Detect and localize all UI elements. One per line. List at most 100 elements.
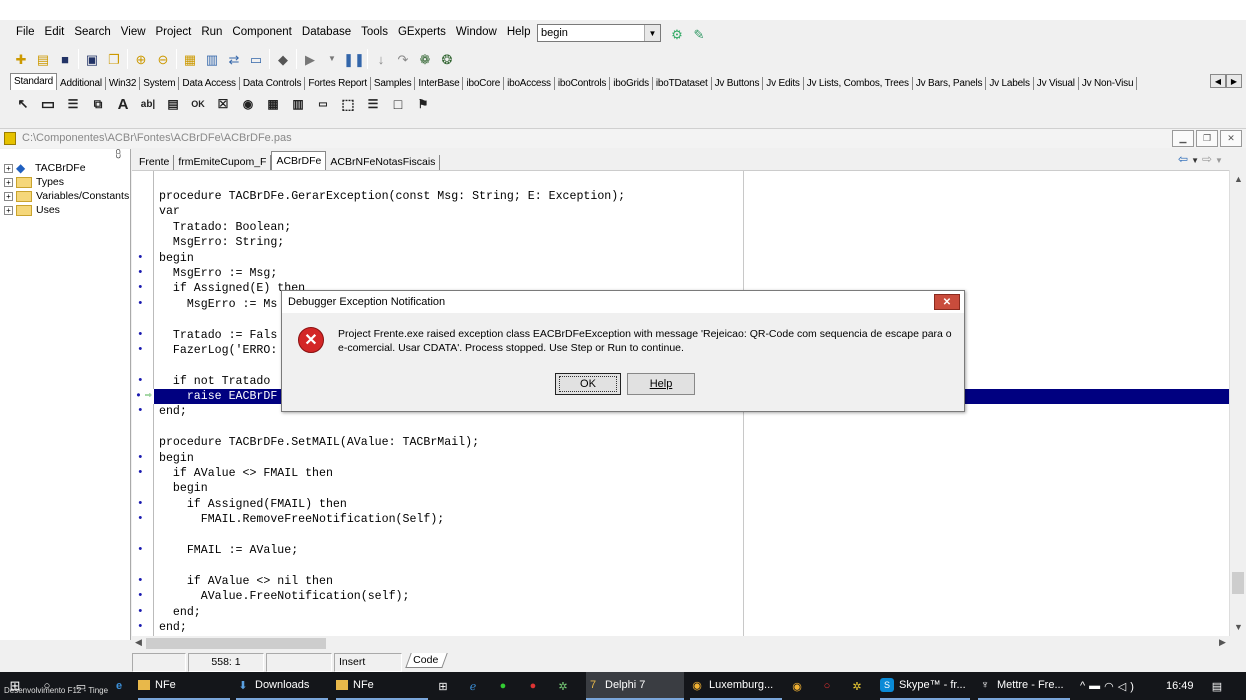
chevron-right-icon[interactable]: ▶ [1226,74,1242,88]
code-line[interactable] [132,420,1229,435]
menu-gexperts[interactable]: GExperts [393,20,451,45]
taskbar-item-chrome[interactable]: ◉ Luxemburg... [690,672,782,700]
menu-file[interactable]: File [11,20,40,45]
new-icon[interactable]: ✚ [12,50,30,68]
step-over-icon[interactable]: ↷ [394,50,412,68]
open-icon[interactable]: ▤ [34,50,52,68]
groupbox-icon[interactable]: ⬚ [337,93,359,115]
taskbar-item-delphi[interactable]: 7 Delphi 7 [586,672,684,700]
palette-tab-jv-non-visual[interactable]: Jv Non-Visu [1079,77,1138,90]
close-button[interactable]: ✕ [1220,130,1242,147]
radiogroup-icon[interactable]: ☰ [362,93,384,115]
app-green-button[interactable]: ● [496,672,515,700]
breakpoint-dot-icon[interactable]: • [137,605,145,620]
palette-tab-jv-bars[interactable]: Jv Bars, Panels [913,77,987,90]
palette-tab-data-controls[interactable]: Data Controls [240,77,306,90]
battery-icon[interactable]: ▬ [1089,680,1104,692]
wifi-icon[interactable]: ◠ [1104,680,1118,693]
horizontal-scrollbar[interactable]: ◀ ▶ [132,636,1229,651]
expand-icon[interactable]: + [4,163,13,173]
taskbar-item-mettre[interactable]: ♆ Mettre - Fre... [978,672,1070,700]
minimize-button[interactable]: ▁ [1172,130,1194,147]
app-chrome2-button[interactable]: ◉ [790,672,809,700]
breakpoint-dot-icon[interactable]: • [137,266,145,281]
code-line[interactable]: • FMAIL.RemoveFreeNotification(Self); [132,512,1229,527]
combobox-icon[interactable]: ▥ [287,93,309,115]
pointer-icon[interactable]: ↖ [12,93,34,115]
breakpoint-dot-icon[interactable]: • [137,466,145,481]
chevron-down-icon[interactable]: ▼ [644,25,660,41]
cube-icon[interactable]: ◆ [274,50,292,68]
store-button[interactable]: ⊞ [436,672,455,700]
palette-tab-ibogrids[interactable]: iboGrids [610,77,653,90]
close-icon[interactable]: ⩉ [116,149,121,160]
taskbar-item-nfe-2[interactable]: NFe [336,672,428,700]
tab-frmemitecupom[interactable]: frmEmiteCupom_F [174,155,272,170]
button-icon[interactable]: OK [187,93,209,115]
breakpoint-dot-icon[interactable]: • [137,297,145,312]
code-line[interactable]: • end; [132,605,1229,620]
code-line[interactable]: • if AValue <> FMAIL then [132,466,1229,481]
breakpoint-dot-icon[interactable]: • [137,620,145,635]
breakpoint-dot-icon[interactable]: • [137,328,145,343]
app-yellow-button[interactable]: ✲ [850,672,869,700]
toggle-form-icon[interactable]: ⇄ [225,50,243,68]
pause-icon[interactable]: ❚❚ [343,50,365,68]
code-view-tab[interactable]: Code [405,653,448,668]
expand-icon[interactable]: + [4,205,13,215]
chevron-left-icon[interactable]: ◀ [1210,74,1226,88]
code-line[interactable]: begin [132,481,1229,496]
code-line[interactable]: procedure TACBrDFe.SetMAIL(AValue: TACBr… [132,435,1229,450]
volume-icon[interactable]: ◁) [1118,680,1138,693]
tree-node-uses[interactable]: + Uses [4,203,60,217]
menu-run[interactable]: Run [196,20,227,45]
menu-component[interactable]: Component [227,20,296,45]
system-tray[interactable]: ^ ▬ ◠ ◁) [1080,672,1138,700]
palette-tab-fortes-report[interactable]: Fortes Report [305,77,371,90]
save-all-icon[interactable]: ▣ [83,50,101,68]
palette-tab-ibocore[interactable]: iboCore [463,77,505,90]
chevron-down-icon[interactable]: ▼ [1215,156,1226,165]
tab-acbrnfenotasfiscais[interactable]: ACBrNFeNotasFiscais [326,155,441,170]
palette-tab-jv-buttons[interactable]: Jv Buttons [712,77,764,90]
palette-tab-win32[interactable]: Win32 [106,77,141,90]
clock[interactable]: 16:49 [1166,672,1194,700]
app-red-button[interactable]: ● [526,672,545,700]
horizontal-scroll-thumb[interactable] [146,638,326,649]
breakpoint-dot-icon[interactable]: • [137,404,145,419]
breakpoint-dot-icon[interactable]: • [137,281,145,296]
vertical-scroll-thumb[interactable] [1232,572,1244,594]
breakpoint-dot-icon[interactable]: • [137,374,145,389]
help-button[interactable]: Help [627,373,695,395]
view-form-icon[interactable]: ▥ [203,50,221,68]
frame-icon[interactable]: ▭ [37,93,59,115]
code-line[interactable]: • if Assigned(FMAIL) then [132,497,1229,512]
breakpoint-dot-icon[interactable]: • [137,589,145,604]
chevron-up-icon[interactable]: ▲ [1234,174,1243,184]
close-button[interactable]: ✕ [934,294,960,310]
palette-tab-jv-visual[interactable]: Jv Visual [1034,77,1079,90]
code-line[interactable]: • begin [132,451,1229,466]
code-line[interactable]: • AValue.FreeNotification(self); [132,589,1229,604]
remove-file-icon[interactable]: ⊖ [154,50,172,68]
breakpoint-dot-icon[interactable]: • [137,451,145,466]
palette-tab-ibotdataset[interactable]: iboTDataset [653,77,712,90]
code-line[interactable]: • end; [132,620,1229,635]
code-line[interactable]: Tratado: Boolean; [132,220,1229,235]
tree-node-types[interactable]: + Types [4,175,64,189]
code-line[interactable]: procedure TACBrDFe.GerarException(const … [132,189,1229,204]
run-icon[interactable]: ▶ [301,50,319,68]
debug-icon[interactable]: ❁ [416,50,434,68]
palette-tab-jv-lists[interactable]: Jv Lists, Combos, Trees [804,77,913,90]
chevron-down-icon[interactable]: ▼ [1191,156,1202,165]
back-arrow-icon[interactable]: ⇦ [1178,152,1191,166]
code-line[interactable]: • if AValue <> nil then [132,574,1229,589]
tree-node-variables[interactable]: + Variables/Constants [4,189,129,203]
taskbar-item-downloads[interactable]: ⬇ Downloads [236,672,328,700]
maximize-button[interactable]: ❐ [1196,130,1218,147]
listbox-icon[interactable]: ▦ [262,93,284,115]
dialog-titlebar[interactable]: Debugger Exception Notification ✕ [282,291,964,313]
palette-tab-ibocontrols[interactable]: iboControls [555,77,611,90]
expand-icon[interactable]: + [4,191,13,201]
chevron-down-icon[interactable]: ▼ [1234,622,1243,632]
